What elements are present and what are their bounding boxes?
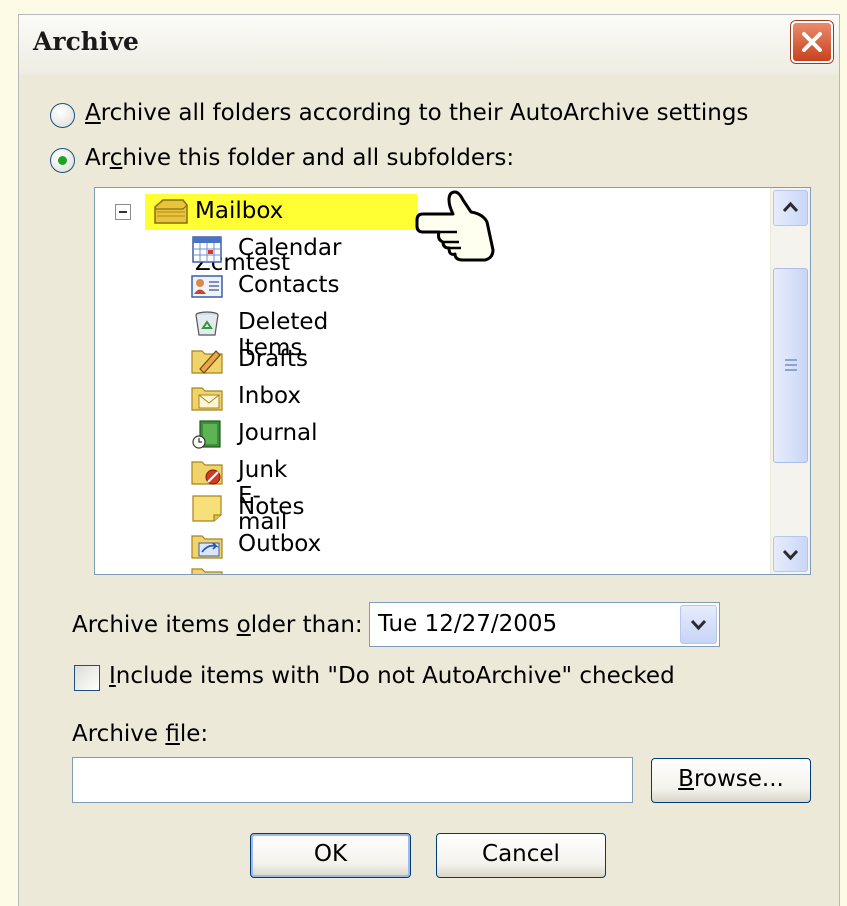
radio-label-rest: hive this folder and all subfolders: xyxy=(122,145,515,171)
ok-button[interactable]: OK xyxy=(250,833,411,878)
tree-item-label: Calendar xyxy=(238,235,342,261)
radio-label-prefix: Ar xyxy=(85,145,110,171)
radio-archive-all-folders[interactable] xyxy=(50,103,75,128)
label-mnemonic-o: o xyxy=(236,612,251,638)
cancel-button[interactable]: Cancel xyxy=(436,833,606,878)
label-part: Archive xyxy=(72,721,166,747)
thumb-grip xyxy=(785,359,797,361)
radio-archive-this-folder-label[interactable]: Archive this folder and all subfolders: xyxy=(85,145,514,171)
archive-date-value: Tue 12/27/2005 xyxy=(378,611,558,637)
title-bar[interactable]: Archive xyxy=(19,15,839,75)
notes-icon xyxy=(192,495,222,522)
journal-icon xyxy=(192,420,221,449)
dropdown-arrow-button[interactable] xyxy=(680,605,717,644)
tree-item-label: Drafts xyxy=(238,346,308,372)
label-mnemonic-b: B xyxy=(678,766,694,792)
contacts-icon xyxy=(191,275,223,298)
pointing-hand-icon xyxy=(415,190,495,262)
inbox-folder-icon xyxy=(191,387,223,411)
chevron-down-icon xyxy=(782,549,799,561)
thumb-grip xyxy=(785,369,797,371)
archive-dialog: Archive Archive all folders according to… xyxy=(18,14,840,906)
include-do-not-autoarchive-checkbox[interactable] xyxy=(74,665,100,691)
collapse-toggle-icon[interactable] xyxy=(115,204,131,220)
radio-label-mnemonic-c: c xyxy=(109,145,123,171)
archive-file-input[interactable] xyxy=(72,757,633,803)
chevron-up-icon xyxy=(782,201,799,213)
close-icon xyxy=(802,32,822,52)
radio-label-rest: rchive all folders according to their Au… xyxy=(100,100,749,126)
browse-button[interactable]: Browse... xyxy=(651,758,811,803)
radio-selected-dot xyxy=(58,156,67,165)
scroll-down-button[interactable] xyxy=(773,536,808,572)
thumb-grip xyxy=(785,364,797,366)
calendar-icon xyxy=(192,236,222,263)
archive-older-label: Archive items older than: xyxy=(72,612,363,638)
radio-label-mnemonic-a: A xyxy=(85,100,101,126)
radio-archive-all-folders-label[interactable]: Archive all folders according to their A… xyxy=(85,100,748,126)
dialog-title: Archive xyxy=(33,27,139,56)
folder-tree[interactable]: Mailbox - Zcmtest Calendar Con xyxy=(94,187,811,575)
tree-item-label: Outbox xyxy=(238,531,322,557)
drafts-folder-icon xyxy=(191,350,223,374)
chevron-down-icon xyxy=(690,619,707,631)
archive-date-dropdown[interactable]: Tue 12/27/2005 xyxy=(369,602,720,647)
tree-item-label: Notes xyxy=(238,494,305,520)
deleted-items-icon xyxy=(195,311,219,336)
tree-item-label: Journal xyxy=(238,420,318,446)
partial-folder-icon xyxy=(191,568,223,574)
label-part: Archive items xyxy=(72,612,237,638)
scroll-thumb[interactable] xyxy=(773,268,808,463)
folder-tree-items: Mailbox - Zcmtest Calendar Con xyxy=(95,188,771,574)
include-checkbox-label[interactable]: Include items with "Do not AutoArchive" … xyxy=(109,663,675,689)
close-button[interactable] xyxy=(791,21,833,63)
archive-file-label: Archive file: xyxy=(72,721,208,747)
scroll-up-button[interactable] xyxy=(773,190,808,226)
label-part: rowse... xyxy=(693,766,784,792)
junk-email-folder-icon xyxy=(191,461,223,485)
vertical-scrollbar[interactable] xyxy=(770,188,810,574)
outbox-folder-icon xyxy=(191,535,223,559)
label-part: ile: xyxy=(179,721,209,747)
radio-archive-this-folder[interactable] xyxy=(50,148,75,173)
tree-item-label: Inbox xyxy=(238,383,301,409)
label-part: nclude items with "Do not AutoArchive" c… xyxy=(115,663,675,689)
tree-item-label: Contacts xyxy=(238,272,340,298)
label-mnemonic-f: f xyxy=(165,721,180,747)
label-mnemonic-i: I xyxy=(109,663,116,689)
mailbox-icon xyxy=(154,199,188,224)
label-part: lder than: xyxy=(250,612,363,638)
